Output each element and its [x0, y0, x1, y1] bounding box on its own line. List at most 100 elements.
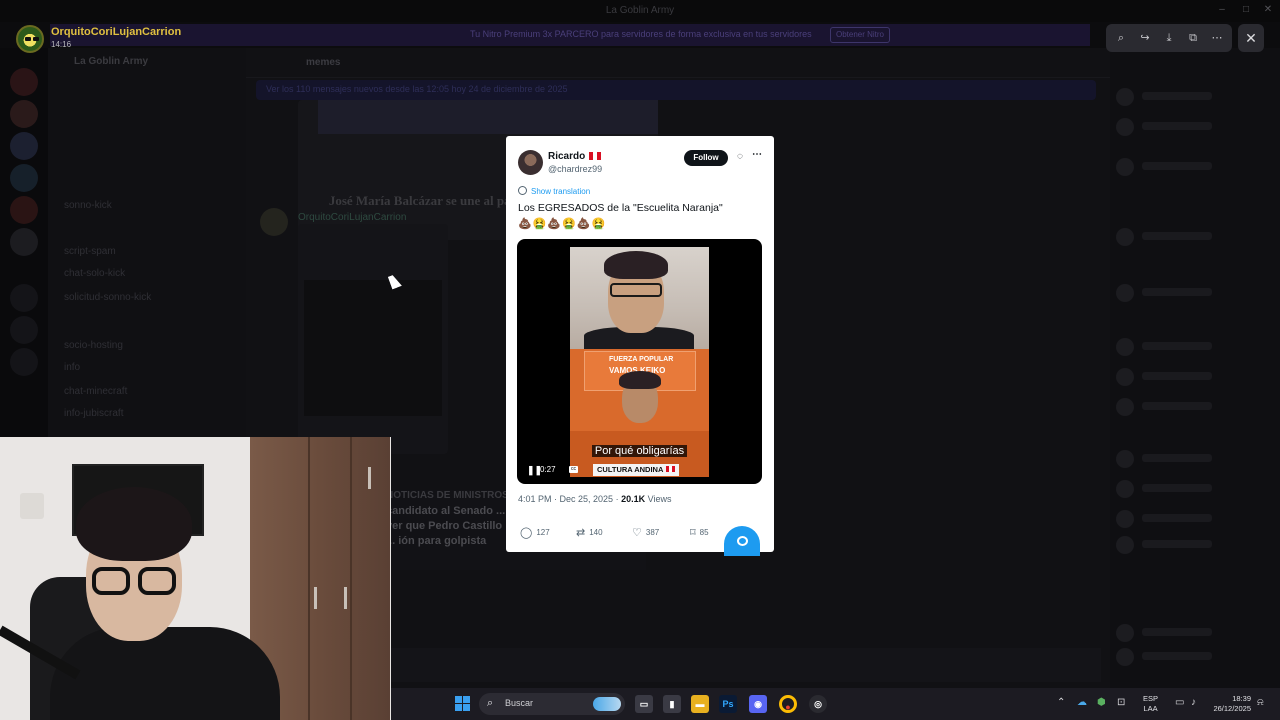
screen: La Goblin Army – □ ✕ Tu Nitro Premium 3x…	[0, 0, 1280, 720]
windows-taskbar: ⌕ Buscar ▭ ▮ ▬ Ps ◉ ● ◎ ⌃ ☁ ⬢ ⊡ ESP LAA …	[391, 688, 1280, 720]
server-icon[interactable]	[10, 132, 38, 160]
notification-bell-icon[interactable]: ⍾	[1257, 697, 1264, 708]
member-item[interactable]	[1116, 450, 1266, 468]
follow-button[interactable]: Follow	[684, 150, 728, 166]
file-explorer-icon[interactable]: ▬	[691, 695, 709, 713]
tweet-handle[interactable]: @chardrez99	[548, 164, 602, 174]
video-top-frame	[570, 247, 709, 349]
grok-icon[interactable]: ◌	[734, 151, 746, 163]
tweet-timestamp[interactable]: 4:01 PM · Dec 25, 2025	[518, 494, 613, 504]
member-item[interactable]	[1116, 398, 1266, 416]
viewer-close-button[interactable]: ✕	[1238, 24, 1264, 52]
taskbar-clock[interactable]: 18:39 26/12/2025	[1205, 694, 1251, 714]
server-icon[interactable]	[10, 68, 38, 96]
pause-icon[interactable]: ❚❚	[527, 464, 542, 476]
server-icon[interactable]	[10, 164, 38, 192]
search-placeholder: Buscar	[505, 698, 534, 708]
peru-flag-icon	[666, 466, 676, 472]
server-icon[interactable]	[10, 100, 38, 128]
new-messages-text: Ver los 110 mensajes nuevos desde las 12…	[266, 84, 568, 94]
network-icon[interactable]: ▭	[1175, 697, 1184, 708]
member-item[interactable]	[1116, 228, 1266, 246]
tweet-more-icon[interactable]: ⋯	[750, 150, 764, 162]
second-embed-body: candidato al Senado ... ver que Pedro Ca…	[386, 505, 506, 547]
tweet-meta: 4:01 PM · Dec 25, 2025 · 20.1K Views	[518, 494, 672, 504]
language-line-2: LAA	[1143, 704, 1158, 713]
onedrive-icon[interactable]: ☁	[1077, 697, 1087, 708]
download-icon[interactable]: ⤓	[1162, 31, 1176, 45]
open-external-icon[interactable]: ⧉	[1186, 31, 1200, 45]
viewer-username[interactable]: OrquitoCoriLujanCarrion	[51, 26, 181, 38]
clock-date: 26/12/2025	[1213, 704, 1251, 713]
banner-line-1: FUERZA POPULAR	[609, 356, 674, 363]
language-indicator[interactable]: ESP LAA	[1143, 694, 1158, 714]
member-item[interactable]	[1116, 536, 1266, 554]
zoom-icon[interactable]: ⌕	[1114, 31, 1128, 45]
tweet-avatar[interactable]	[518, 150, 543, 175]
windows-start-icon[interactable]	[455, 696, 471, 712]
tweet-views-count: 20.1K	[621, 494, 646, 504]
forward-icon[interactable]: ↪	[1138, 31, 1152, 45]
discord-icon[interactable]: ◉	[749, 695, 767, 713]
terminal-icon[interactable]: ▮	[663, 695, 681, 713]
message-composer[interactable]	[391, 648, 1101, 682]
compose-fab[interactable]	[724, 526, 760, 556]
tweet-emojis: 💩🤮💩🤮💩🤮	[518, 218, 607, 230]
member-item[interactable]	[1116, 158, 1266, 176]
more-icon[interactable]: ⋯	[1210, 31, 1224, 45]
volume-icon[interactable]: ♪	[1191, 697, 1196, 708]
member-item[interactable]	[1116, 284, 1266, 302]
tray-expand-icon[interactable]: ⌃	[1057, 697, 1065, 708]
new-messages-bar[interactable]: Ver los 110 mensajes nuevos desde las 12…	[256, 80, 1096, 100]
member-item[interactable]	[1116, 648, 1266, 666]
chrome-icon[interactable]: ●	[779, 695, 797, 713]
tweet-author-name[interactable]: Ricardo	[548, 151, 602, 162]
channel-item[interactable]: socio-hosting	[64, 340, 123, 351]
captions-icon[interactable]: cc	[569, 466, 578, 473]
like-button[interactable]: ♡ 387	[632, 526, 659, 542]
channel-item[interactable]: sonno-kick	[64, 200, 112, 211]
channel-item[interactable]: chat-solo-kick	[64, 268, 125, 279]
viewer-avatar[interactable]	[16, 25, 44, 53]
repost-button[interactable]: ⇄ 140	[576, 526, 603, 542]
reply-button[interactable]: ◯ 127	[520, 526, 550, 542]
minimize-icon[interactable]: –	[1216, 4, 1228, 16]
server-icon[interactable]	[10, 316, 38, 344]
message-author[interactable]: OrquitoCoriLujanCarrion	[298, 212, 406, 223]
channel-item[interactable]: info	[64, 362, 80, 373]
member-item[interactable]	[1116, 624, 1266, 642]
avatar[interactable]	[260, 208, 288, 236]
security-icon[interactable]: ⬢	[1097, 697, 1106, 708]
server-icon[interactable]	[10, 348, 38, 376]
task-view-icon[interactable]: ▭	[635, 695, 653, 713]
member-item[interactable]	[1116, 480, 1266, 498]
channel-item[interactable]: info-jubiscraft	[64, 408, 123, 419]
tweet-video[interactable]: FUERZA POPULAR VAMOS KEIKO Por qué oblig…	[517, 239, 762, 484]
member-item[interactable]	[1116, 338, 1266, 356]
heart-icon: ♡	[632, 527, 642, 539]
tweet-thumbnail[interactable]	[298, 224, 448, 454]
show-translation-link[interactable]: Show translation	[518, 186, 590, 196]
server-icon[interactable]	[10, 284, 38, 312]
member-item[interactable]	[1116, 368, 1266, 386]
maximize-icon[interactable]: □	[1240, 4, 1252, 16]
member-item[interactable]	[1116, 118, 1266, 136]
tweet-views-label: Views	[647, 494, 672, 504]
tray-app-icon[interactable]: ⊡	[1117, 697, 1125, 708]
channel-list: La Goblin Army sonno-kick script-spam ch…	[48, 48, 246, 438]
channel-item[interactable]: solicitud-sonno-kick	[64, 292, 151, 303]
server-icon[interactable]	[10, 228, 38, 256]
server-icon[interactable]	[10, 196, 38, 224]
window-close-icon[interactable]: ✕	[1262, 4, 1274, 16]
member-item[interactable]	[1116, 510, 1266, 528]
obs-icon[interactable]: ◎	[809, 695, 827, 713]
bookmark-count: 85	[699, 528, 709, 537]
bookmark-button[interactable]: ⌑ 85	[690, 526, 709, 542]
photoshop-icon[interactable]: Ps	[719, 695, 737, 713]
repost-count: 140	[589, 528, 603, 537]
channel-item[interactable]: script-spam	[64, 246, 116, 257]
member-item[interactable]	[1116, 88, 1266, 106]
tweet-display-name: Ricardo	[548, 151, 586, 162]
taskbar-search[interactable]: ⌕ Buscar	[479, 693, 625, 715]
channel-item[interactable]: chat-minecraft	[64, 386, 127, 397]
